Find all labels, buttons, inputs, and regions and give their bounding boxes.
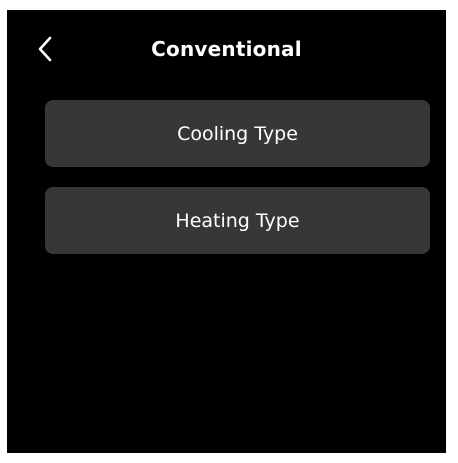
- cooling-type-button[interactable]: Cooling Type: [45, 100, 430, 167]
- screen: Conventional Cooling Type Heating Type: [7, 10, 446, 453]
- heating-type-button[interactable]: Heating Type: [45, 187, 430, 254]
- heating-type-label: Heating Type: [175, 209, 300, 232]
- cooling-type-label: Cooling Type: [177, 122, 298, 145]
- page-title: Conventional: [151, 37, 302, 61]
- header: Conventional: [7, 10, 446, 90]
- menu-list: Cooling Type Heating Type: [45, 100, 430, 274]
